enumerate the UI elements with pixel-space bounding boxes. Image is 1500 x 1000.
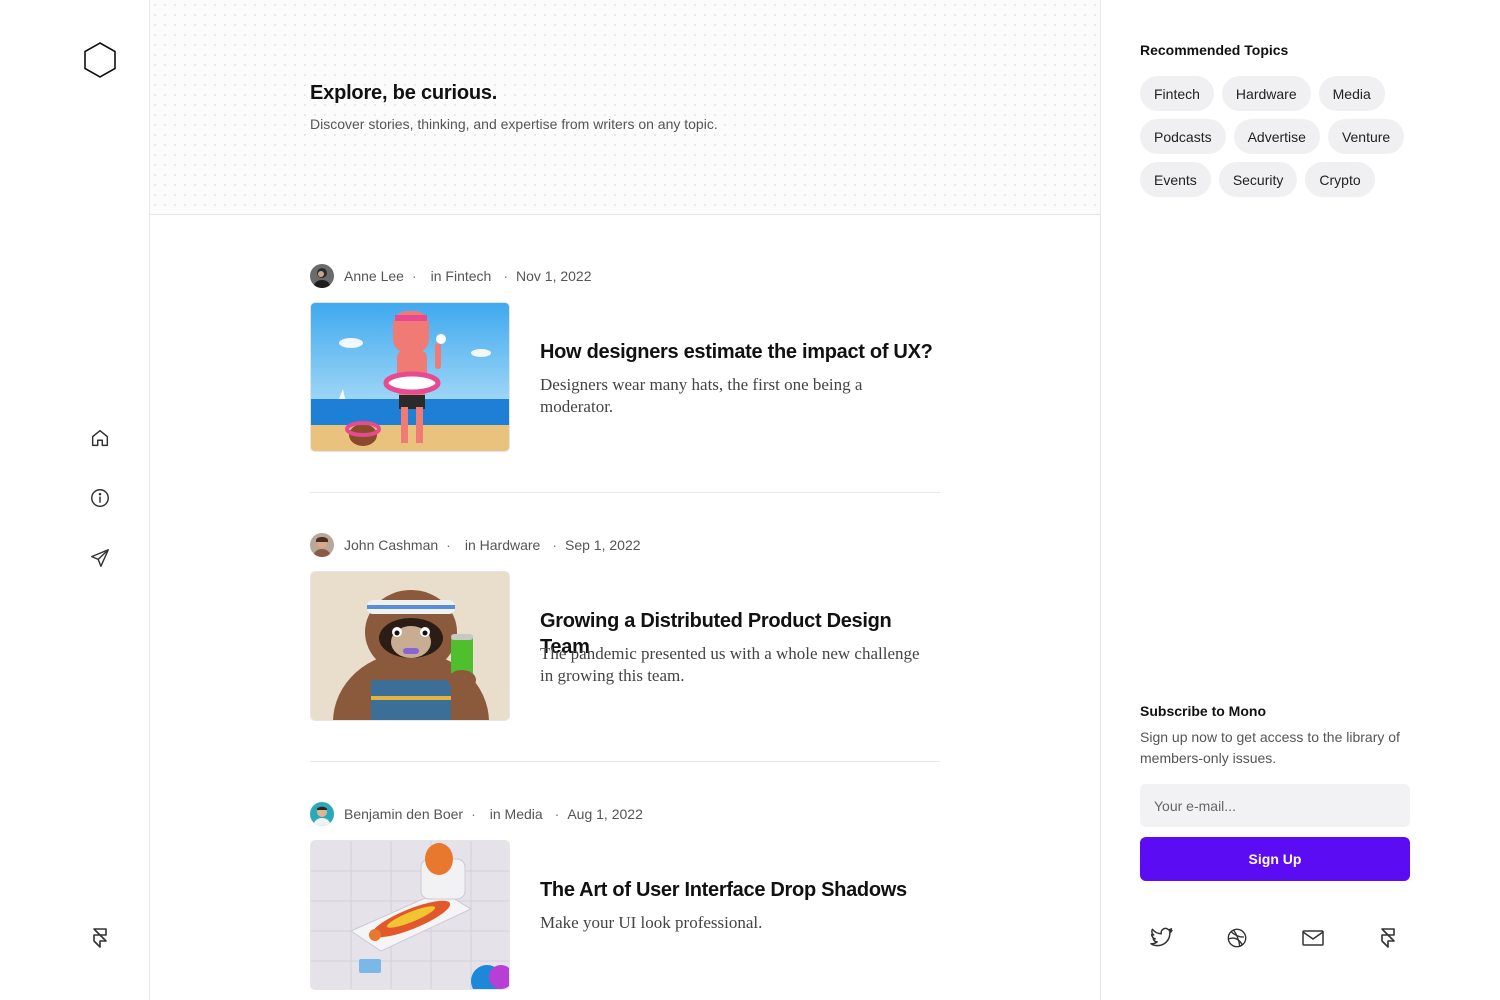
meta-separator: ·	[503, 268, 508, 284]
post-excerpt: Make your UI look professional.	[540, 913, 763, 932]
nav-home-button[interactable]	[87, 425, 113, 451]
post-meta: Benjamin den Boer · in Media · Aug 1, 20…	[310, 802, 643, 826]
twitter-link[interactable]	[1149, 925, 1175, 951]
meta-separator: ·	[446, 537, 451, 553]
topic-chip[interactable]: Advertise	[1233, 119, 1320, 154]
post-title[interactable]: How designers estimate the impact of UX?	[540, 339, 940, 365]
info-icon	[91, 489, 109, 507]
post-thumbnail[interactable]	[310, 571, 510, 721]
sign-up-button[interactable]: Sign Up	[1140, 837, 1410, 881]
topics-list: Fintech Hardware Media Podcasts Advertis…	[1140, 76, 1430, 197]
topic-chip[interactable]: Venture	[1327, 119, 1405, 154]
meta-separator: ·	[471, 806, 476, 822]
post-meta: John Cashman · in Hardware · Sep 1, 2022	[310, 533, 641, 557]
email-link[interactable]	[1300, 925, 1326, 951]
post-title[interactable]: The Art of User Interface Drop Shadows	[540, 877, 940, 903]
nav-info-button[interactable]	[87, 485, 113, 511]
home-icon	[91, 429, 109, 447]
main-feed: Explore, be curious. Discover stories, t…	[150, 0, 1101, 1000]
post-date: Aug 1, 2022	[567, 806, 643, 822]
post-topic-link[interactable]: in Hardware	[465, 537, 540, 553]
meta-separator: ·	[552, 537, 557, 553]
post-date: Nov 1, 2022	[516, 268, 592, 284]
post-date: Sep 1, 2022	[565, 537, 641, 553]
nav-send-button[interactable]	[87, 545, 113, 571]
page-title: Explore, be curious.	[310, 82, 498, 104]
topics-heading: Recommended Topics	[1140, 42, 1289, 58]
mail-icon	[1302, 930, 1324, 946]
post-author-link[interactable]: John Cashman	[344, 537, 438, 553]
topic-chip[interactable]: Podcasts	[1140, 119, 1226, 154]
topic-chip[interactable]: Events	[1140, 162, 1211, 197]
meta-separator: ·	[411, 268, 417, 284]
framer-link[interactable]	[1375, 925, 1401, 951]
paper-plane-icon	[91, 549, 109, 567]
post-excerpt: Designers wear many hats, the first one …	[540, 375, 863, 416]
divider	[310, 492, 940, 493]
topic-chip[interactable]: Hardware	[1221, 76, 1311, 111]
framer-icon	[93, 928, 107, 948]
page-subtitle: Discover stories, thinking, and expertis…	[310, 116, 718, 132]
topic-chip[interactable]: Crypto	[1305, 162, 1375, 197]
avatar[interactable]	[310, 264, 334, 288]
dribbble-icon	[1227, 928, 1247, 948]
divider	[310, 761, 940, 762]
post-author-link[interactable]: Anne Lee	[344, 268, 404, 284]
post-thumbnail[interactable]	[310, 840, 510, 990]
topic-chip[interactable]: Media	[1318, 76, 1385, 111]
post-topic-link[interactable]: in Fintech	[431, 268, 492, 284]
subscribe-heading: Subscribe to Mono	[1140, 703, 1266, 719]
subscribe-description: Sign up now to get access to the library…	[1140, 729, 1400, 766]
hero-banner: Explore, be curious. Discover stories, t…	[150, 0, 1100, 215]
framer-icon	[1381, 928, 1395, 948]
avatar[interactable]	[310, 533, 334, 557]
topic-chip[interactable]: Fintech	[1140, 76, 1214, 111]
left-rail	[0, 0, 150, 1000]
right-sidebar: Recommended Topics Fintech Hardware Medi…	[1101, 0, 1500, 1000]
post-topic-link[interactable]: in Media	[490, 806, 543, 822]
post-excerpt: The pandemic presented us with a whole n…	[540, 644, 920, 685]
topic-chip[interactable]: Security	[1218, 162, 1298, 197]
post-meta: Anne Lee · in Fintech · Nov 1, 2022	[310, 264, 592, 288]
hexagon-icon[interactable]	[82, 41, 118, 79]
avatar[interactable]	[310, 802, 334, 826]
twitter-icon	[1150, 927, 1173, 947]
meta-separator: ·	[554, 806, 560, 822]
rail-framer-button[interactable]	[87, 925, 113, 951]
post-thumbnail[interactable]	[310, 302, 510, 452]
dribbble-link[interactable]	[1224, 925, 1250, 951]
post-author-link[interactable]: Benjamin den Boer	[344, 806, 463, 822]
email-input[interactable]	[1140, 784, 1410, 827]
